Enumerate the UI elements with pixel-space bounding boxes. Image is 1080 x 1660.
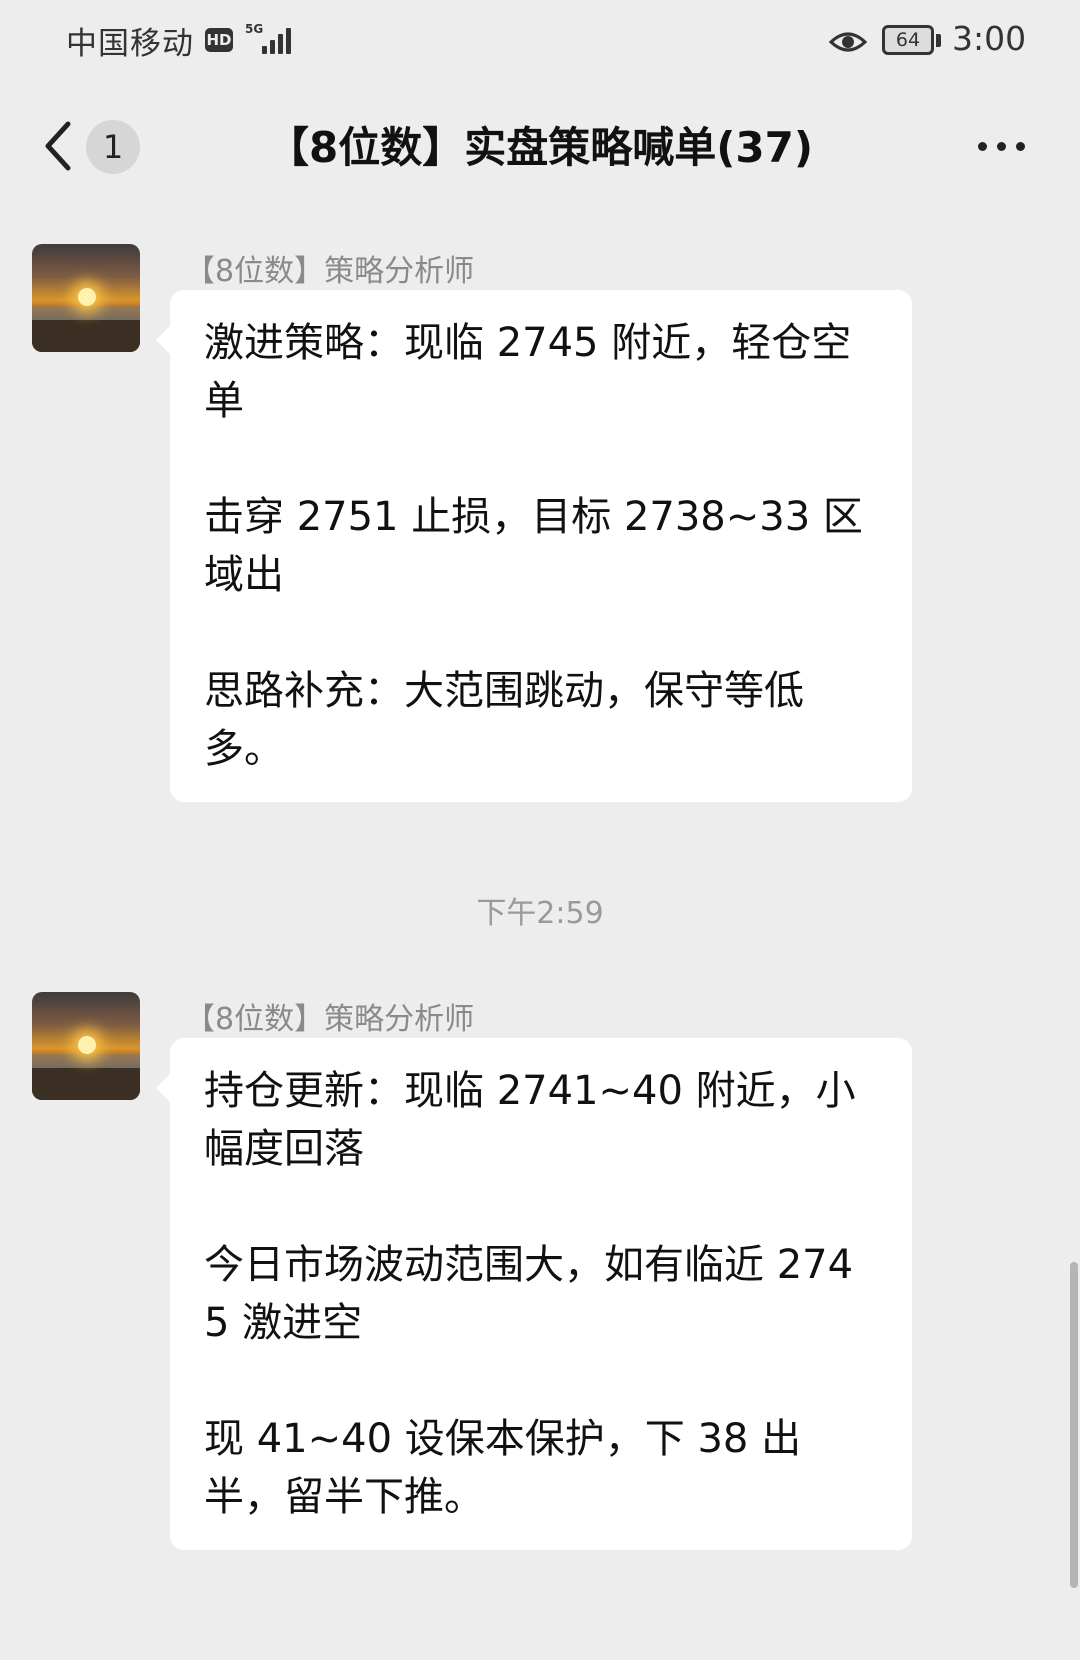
nav-bar: 1 【8位数】实盘策略喊单(37) [0,84,1080,208]
sender-name: 【8位数】策略分析师 [185,1002,475,1037]
eye-icon [828,32,868,52]
status-time: 3:00 [952,19,1027,58]
chat-screen: 中国移动 HD 5G 64 3:00 1 【8位数】实盘策略喊单(37) 【8位… [0,0,1080,1660]
status-bar: 中国移动 HD 5G 64 3:00 [0,0,1080,84]
network-type: 5G [245,22,264,36]
message-text: 击穿 2751 止损，目标 2738~33 区域出 [204,494,863,598]
signal-icon [262,24,298,54]
more-dots-icon[interactable] [975,134,1059,158]
carrier-name: 中国移动 [66,26,194,62]
message-text: 激进策略：现临 2745 附近，轻仓空单 [204,320,852,424]
message-text: 现 41~40 设保本保护，下 38 出半，留半下推。 [204,1416,802,1520]
message-timestamp: 下午2:59 [476,896,604,931]
sender-name: 【8位数】策略分析师 [185,254,475,289]
message-bubble[interactable]: 激进策略：现临 2745 附近，轻仓空单 击穿 2751 止损，目标 2738~… [156,290,912,802]
chevron-left-icon[interactable] [40,118,76,174]
scrollbar[interactable] [1070,1262,1078,1588]
message-bubble[interactable]: 持仓更新：现临 2741~40 附近，小幅度回落 今日市场波动范围大，如有临近 … [156,1038,912,1550]
sender-avatar[interactable] [32,992,140,1100]
message-text: 持仓更新：现临 2741~40 附近，小幅度回落 [204,1068,856,1172]
message-text: 思路补充：大范围跳动，保守等低多。 [204,668,804,772]
unread-count-badge[interactable]: 1 [86,120,140,174]
battery-icon: 64 [882,25,934,55]
message-text: 今日市场波动范围大，如有临近 2745 激进空 [204,1242,854,1346]
hd-badge: HD [205,28,233,52]
chat-title: 【8位数】实盘策略喊单(37) [266,123,814,172]
sender-avatar[interactable] [32,244,140,352]
battery-tip [936,34,941,47]
